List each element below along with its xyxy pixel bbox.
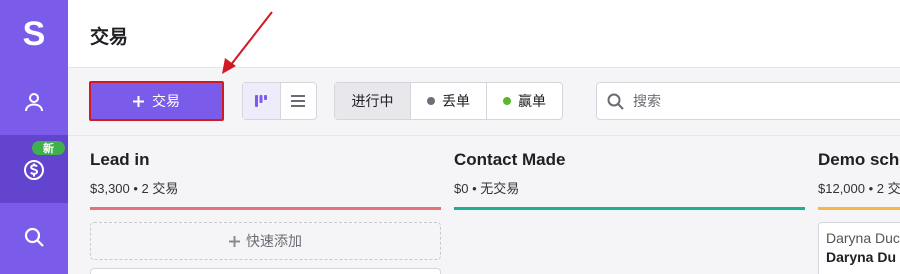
column-color-bar xyxy=(454,207,805,210)
column-summary: $0 • 无交易 xyxy=(454,181,520,196)
lost-dot-icon xyxy=(427,97,435,105)
column-title: Lead in xyxy=(90,150,150,169)
view-toggle xyxy=(242,82,317,120)
deal-card[interactable]: Daryna Duc Daryna Du xyxy=(818,222,900,274)
quick-add-label: 快速添加 xyxy=(246,233,302,249)
page-title: 交易 xyxy=(90,27,129,48)
filter-lost-label: 丢单 xyxy=(442,93,470,109)
search-input[interactable] xyxy=(633,93,873,109)
status-filter-group: 进行中 丢单 赢单 xyxy=(334,82,563,120)
sidebar-item-contacts[interactable] xyxy=(0,68,68,136)
deal-card[interactable] xyxy=(90,268,441,274)
column-color-bar xyxy=(818,207,900,210)
add-deal-label: 交易 xyxy=(152,93,180,109)
search-icon xyxy=(24,227,44,247)
list-icon xyxy=(291,95,306,107)
plus-icon xyxy=(229,235,240,247)
toolbar-divider xyxy=(68,135,900,136)
pipeline-view-button[interactable] xyxy=(243,83,280,119)
add-deal-button[interactable]: 交易 xyxy=(89,81,224,121)
column-title: Demo sche xyxy=(818,150,900,169)
column-color-bar xyxy=(90,207,441,210)
filter-open[interactable]: 进行中 xyxy=(335,83,410,119)
search-box[interactable] xyxy=(596,82,900,120)
column-summary: $12,000 • 2 交 xyxy=(818,181,900,196)
sidebar: S 新 xyxy=(0,0,68,274)
deal-card-title: Daryna Duc xyxy=(826,230,900,246)
search-icon xyxy=(607,93,624,110)
page-header: 交易 xyxy=(68,0,900,68)
deal-card-contact: Daryna Du xyxy=(826,249,897,265)
quick-add-button[interactable]: 快速添加 xyxy=(90,222,441,260)
filter-lost[interactable]: 丢单 xyxy=(410,83,486,119)
app-logo[interactable]: S xyxy=(0,0,68,68)
list-view-button[interactable] xyxy=(279,83,317,119)
plus-icon xyxy=(133,95,144,107)
person-icon xyxy=(25,93,43,112)
dollar-icon xyxy=(24,160,44,180)
filter-won[interactable]: 赢单 xyxy=(486,83,562,119)
pipeline-column-demo-scheduled: Demo sche $12,000 • 2 交 xyxy=(818,150,900,210)
new-badge: 新 xyxy=(32,141,65,155)
filter-open-label: 进行中 xyxy=(351,93,394,109)
pipeline-column-contact-made: Contact Made $0 • 无交易 xyxy=(454,150,805,210)
column-summary: $3,300 • 2 交易 xyxy=(90,181,179,196)
filter-won-label: 赢单 xyxy=(518,93,546,109)
pipeline-icon xyxy=(255,95,268,107)
sidebar-item-search[interactable] xyxy=(0,203,68,271)
column-title: Contact Made xyxy=(454,150,566,169)
sidebar-item-deals[interactable]: 新 xyxy=(0,135,68,203)
won-dot-icon xyxy=(503,97,511,105)
pipeline-column-lead-in: Lead in $3,300 • 2 交易 xyxy=(90,150,441,210)
